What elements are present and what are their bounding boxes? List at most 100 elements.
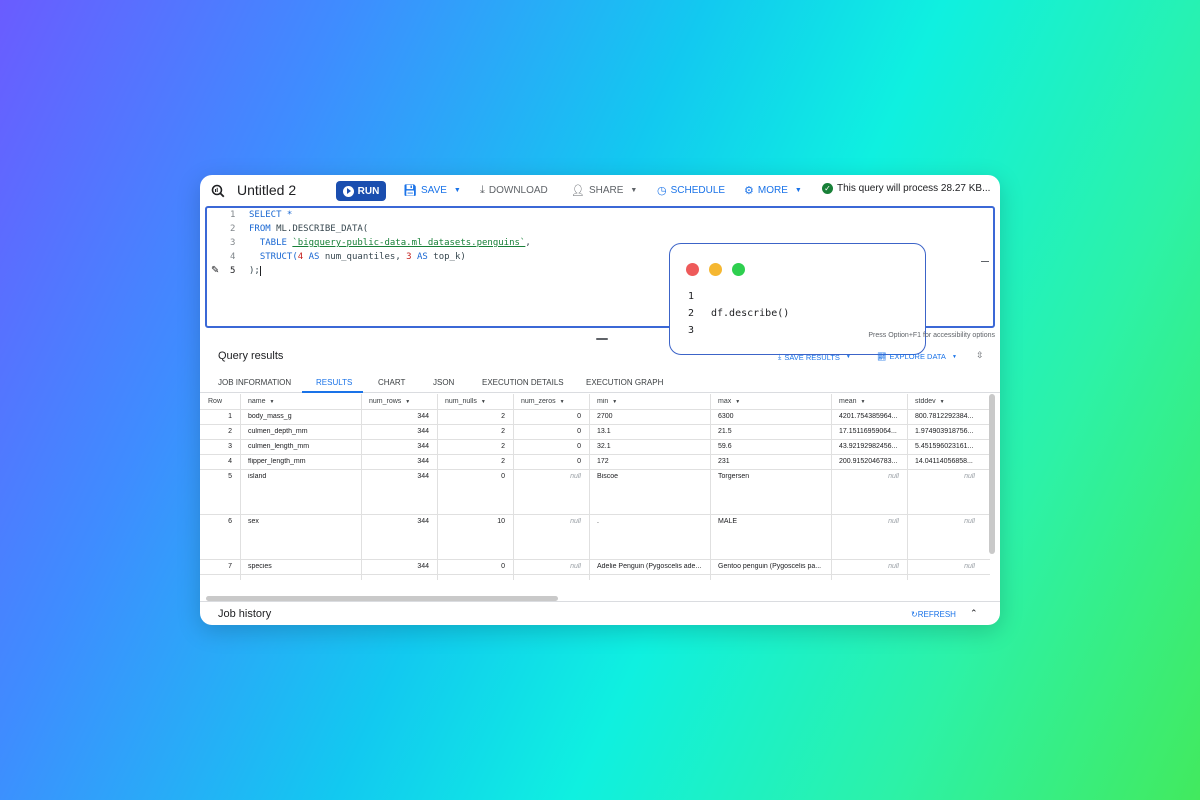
cell-num-rows: 344 — [417, 413, 429, 420]
column-divider — [710, 394, 711, 580]
cell-num-rows: 344 — [417, 428, 429, 435]
row-divider — [200, 469, 990, 470]
cell-num-zeros: 0 — [577, 428, 581, 435]
download-icon: ⤓ — [480, 184, 485, 196]
chevron-down-icon: ▼ — [794, 187, 802, 194]
cell-num-nulls: 2 — [501, 428, 505, 435]
run-label: RUN — [357, 185, 380, 197]
sort-icon: ▼ — [735, 399, 741, 405]
cell-num-zeros: 0 — [577, 443, 581, 450]
chevron-down-icon: ▼ — [845, 354, 851, 360]
sql-editor[interactable]: 1 2 3 4 5 ✎ SELECT * FROM ML.DESCRIBE_DA… — [205, 206, 995, 355]
table-reference[interactable]: `bigquery-public-data.ml_datasets.pengui… — [292, 238, 525, 248]
cell-stddev: 14.04114056858... — [915, 458, 973, 465]
column-header-label: Row — [208, 398, 223, 405]
column-header-label: num_rows — [369, 398, 402, 405]
save-icon: 💾︎ — [403, 185, 417, 197]
column-header-name[interactable]: name ▼ — [248, 398, 359, 405]
cell-name: body_mass_g — [248, 413, 292, 420]
save-results-button[interactable]: ⤓ SAVE RESULTS ▼ — [778, 352, 851, 362]
gear-icon: ⚙ — [744, 185, 754, 197]
clock-icon: ◷ — [657, 185, 667, 197]
results-tabs: JOB INFORMATION RESULTS CHART JSON EXECU… — [200, 375, 1000, 393]
column-header-max[interactable]: max ▼ — [718, 398, 829, 405]
cell-max: Gentoo penguin (Pygoscelis pa... — [718, 563, 822, 570]
refresh-label: REFRESH — [917, 610, 956, 619]
tab-chart[interactable]: CHART — [378, 378, 405, 387]
cell-row: 7 — [228, 563, 232, 570]
chevron-up-icon[interactable]: ⌃ — [970, 608, 978, 619]
cell-stddev: 1.974903918756... — [915, 428, 974, 435]
tab-execution-graph[interactable]: EXECUTION GRAPH — [586, 378, 663, 387]
job-history-title: Job history — [218, 608, 272, 620]
cell-min: . — [597, 518, 599, 525]
cell-min: Biscoe — [597, 473, 619, 480]
code-token: num_quantiles, — [319, 252, 407, 262]
cell-num-nulls: 0 — [501, 473, 505, 480]
tab-execution-details[interactable]: EXECUTION DETAILS — [482, 378, 564, 387]
row-divider — [200, 439, 990, 440]
text-cursor: ​ — [259, 266, 261, 276]
download-button[interactable]: ⤓ DOWNLOAD — [480, 184, 548, 197]
cell-min: 32.1 — [597, 443, 611, 450]
share-label: SHARE — [588, 185, 624, 196]
expand-collapse-icon[interactable]: ⇳ — [976, 350, 984, 361]
add-person-icon: 👤︎ — [571, 185, 585, 197]
sort-icon: ▼ — [860, 399, 866, 405]
cell-row: 1 — [228, 413, 232, 420]
cell-max: 59.6 — [718, 443, 732, 450]
panel-split-handle[interactable] — [596, 338, 608, 340]
code-token: ); — [249, 266, 260, 276]
cell-num-zeros: null — [570, 563, 581, 570]
cell-num-nulls: 2 — [501, 443, 505, 450]
code-line-1: SELECT * — [249, 210, 292, 220]
refresh-button[interactable]: ↻REFRESH — [911, 610, 956, 619]
schedule-button[interactable]: ◷ SCHEDULE — [657, 184, 725, 197]
column-header-label: num_zeros — [521, 398, 556, 405]
cell-num-nulls: 2 — [501, 458, 505, 465]
run-button[interactable]: RUN — [336, 181, 386, 201]
column-header-min[interactable]: min ▼ — [597, 398, 708, 405]
save-button[interactable]: 💾︎ SAVE ▼ — [403, 184, 461, 197]
line-number: 5 — [230, 266, 236, 276]
cell-stddev: 800.7812292384... — [915, 413, 974, 420]
cell-max: 231 — [718, 458, 730, 465]
explore-data-label: EXPLORE DATA — [889, 352, 946, 361]
column-header-num-rows[interactable]: num_rows ▼ — [369, 398, 435, 405]
column-divider — [361, 394, 362, 580]
row-divider — [200, 559, 990, 560]
tab-json[interactable]: JSON — [433, 378, 454, 387]
more-button[interactable]: ⚙ MORE ▼ — [744, 184, 802, 197]
cell-stddev: null — [964, 518, 975, 525]
code-token: top_k) — [427, 252, 466, 262]
cell-row: 5 — [228, 473, 232, 480]
cell-num-zeros: 0 — [577, 413, 581, 420]
cell-name: flipper_length_mm — [248, 458, 306, 465]
column-header-stddev[interactable]: stddev ▼ — [915, 398, 981, 405]
column-divider — [831, 394, 832, 580]
python-code: df.describe() — [711, 308, 790, 319]
code-token: TABLE — [259, 238, 293, 248]
column-header-num-zeros[interactable]: num_zeros ▼ — [521, 398, 587, 405]
cell-max: MALE — [718, 518, 738, 525]
vertical-scrollbar[interactable] — [989, 394, 995, 554]
column-header-label: min — [597, 398, 609, 405]
tab-job-information[interactable]: JOB INFORMATION — [218, 378, 291, 387]
edit-pencil-icon[interactable]: ✎ — [211, 265, 225, 279]
column-header-mean[interactable]: mean ▼ — [839, 398, 905, 405]
code-token: , — [525, 238, 531, 248]
cell-num-zeros: 0 — [577, 458, 581, 465]
query-toolbar: Untitled 2 RUN 💾︎ SAVE ▼ ⤓ DOWNLOAD 👤︎ S… — [200, 175, 1000, 207]
row-divider — [200, 424, 990, 425]
query-tab-title[interactable]: Untitled 2 — [237, 182, 296, 198]
editor-resize-handle[interactable] — [981, 261, 989, 262]
chevron-down-icon: ▼ — [951, 353, 957, 360]
tab-results[interactable]: RESULTS — [316, 378, 352, 387]
column-header-num-nulls[interactable]: num_nulls ▼ — [445, 398, 511, 405]
explore-data-button[interactable]: 📈︎ EXPLORE DATA ▼ — [877, 352, 957, 361]
code-token: STRUCT( — [259, 252, 298, 262]
cell-name: culmen_length_mm — [248, 443, 310, 450]
share-button[interactable]: 👤︎ SHARE ▼ — [571, 184, 637, 197]
cell-num-rows: 344 — [417, 563, 429, 570]
column-header-label: name — [248, 398, 266, 405]
